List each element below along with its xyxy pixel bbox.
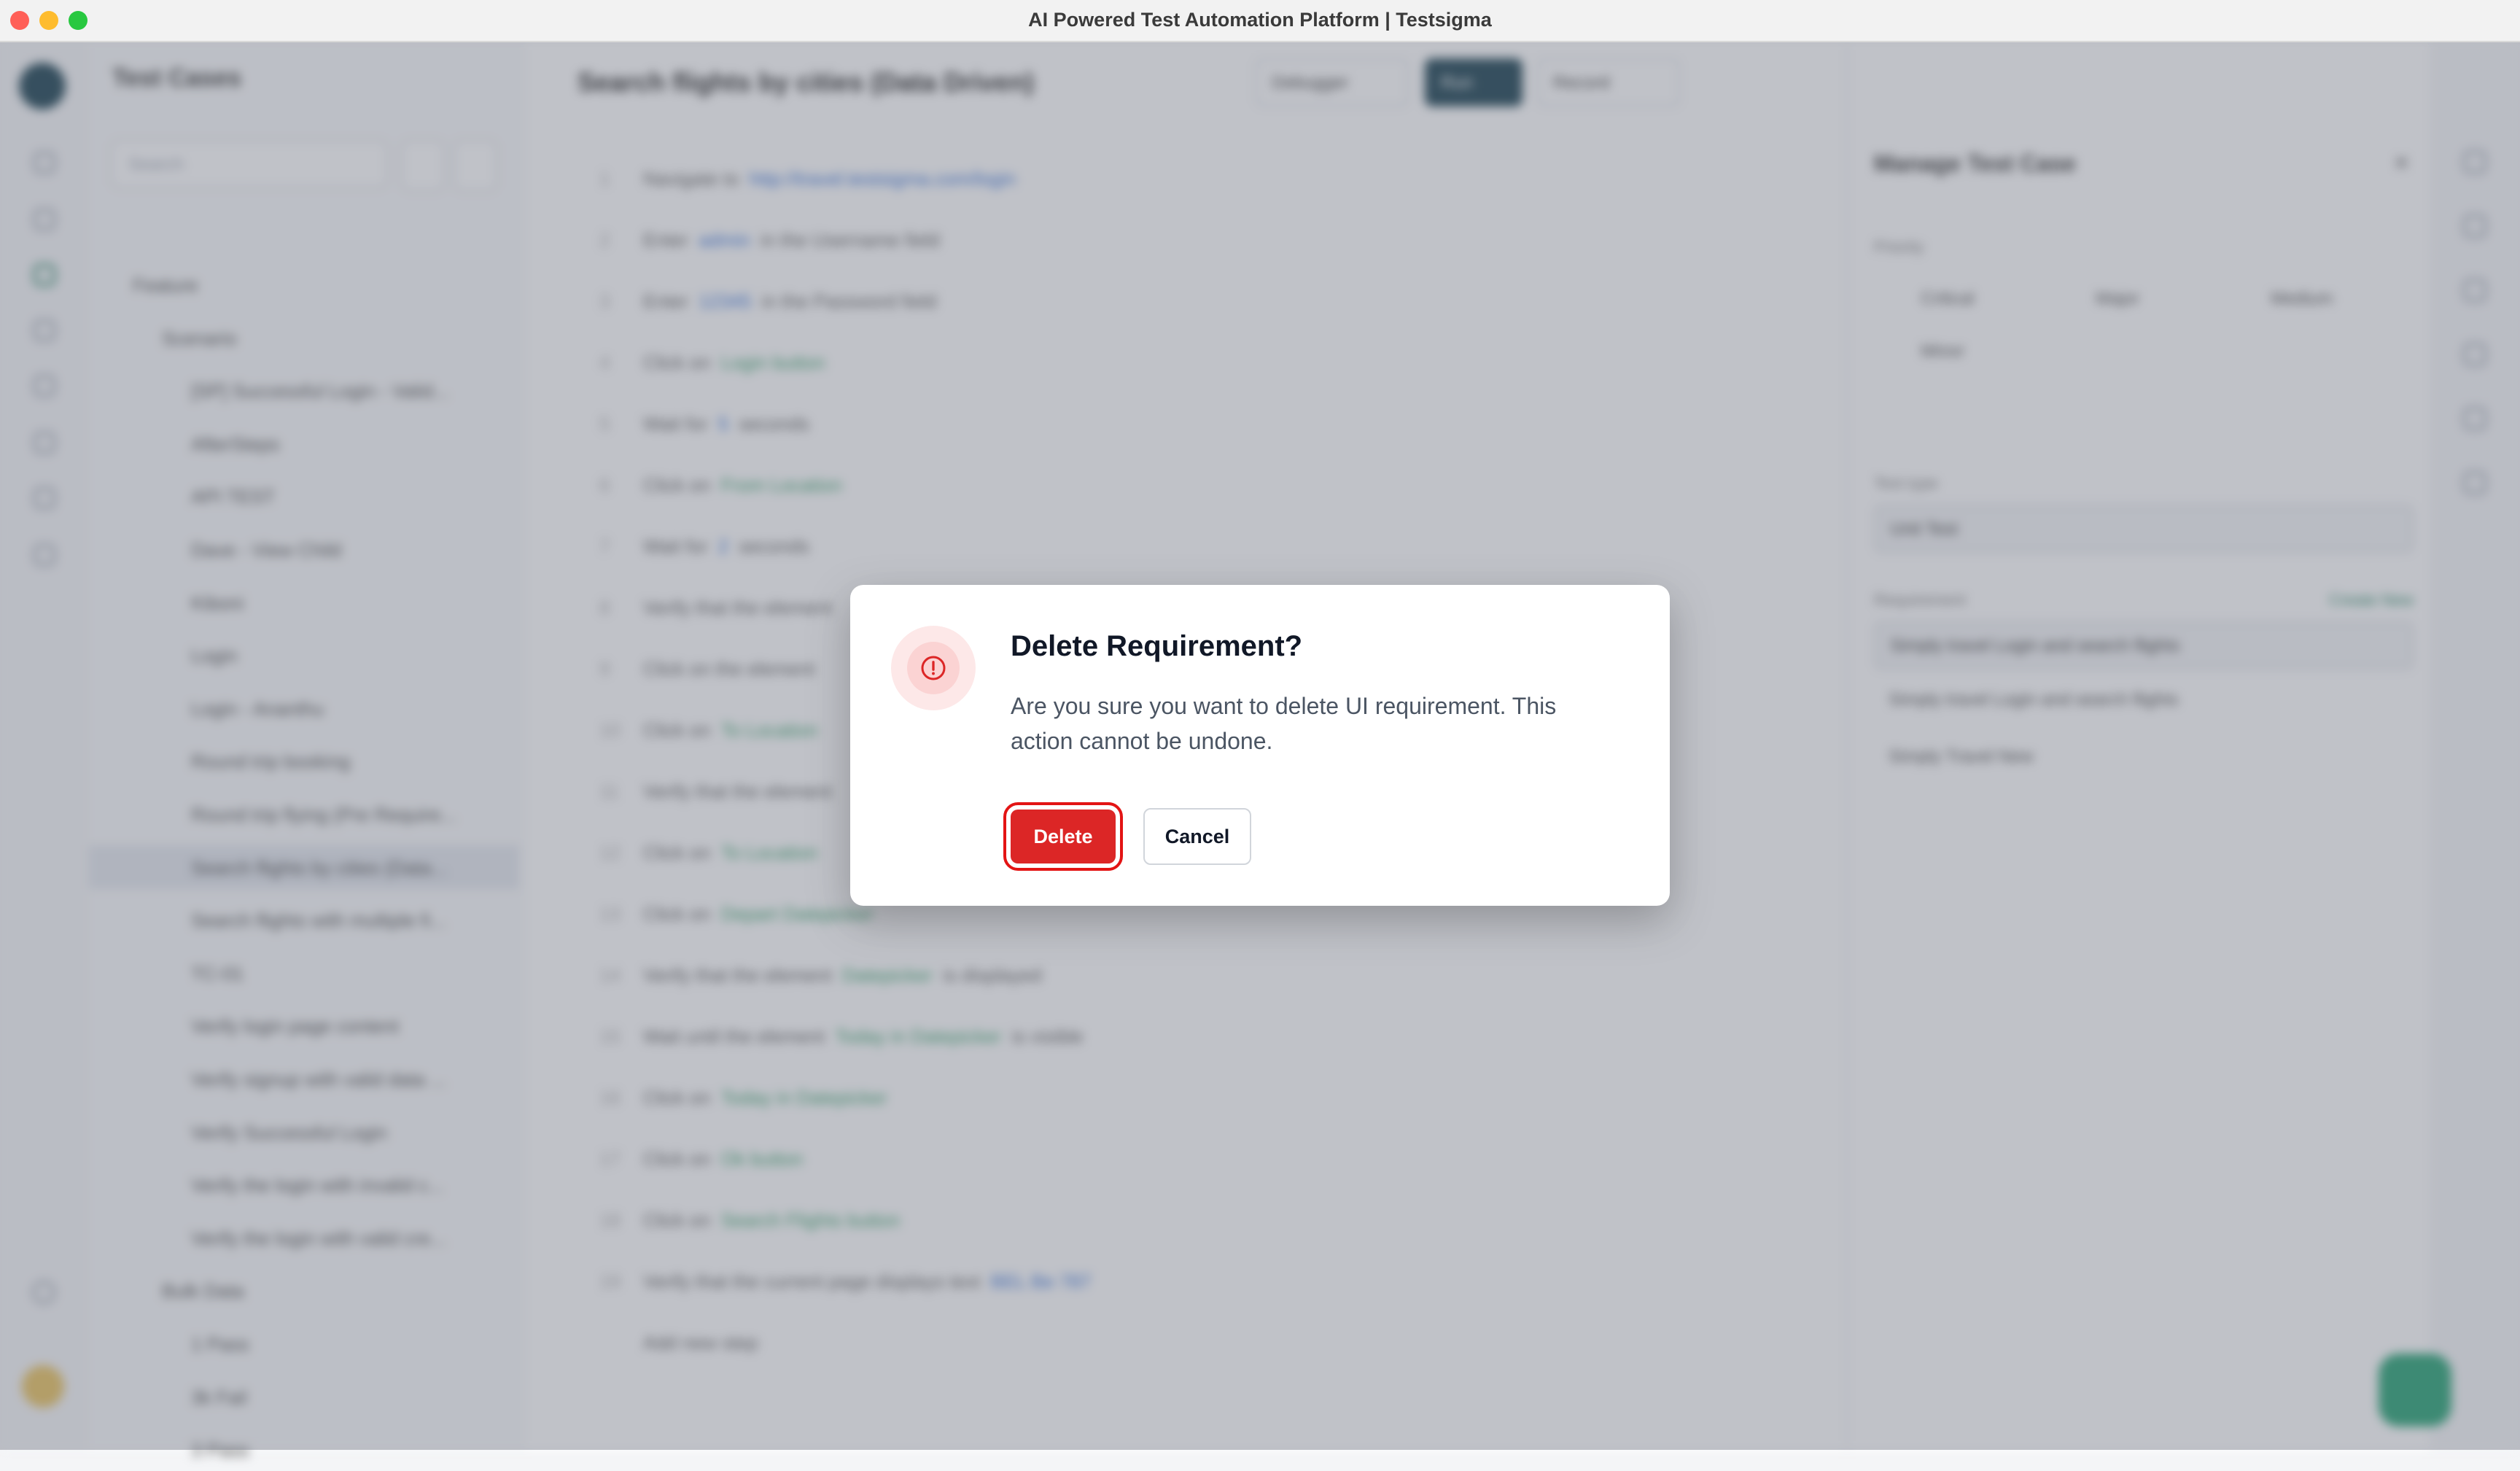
dialog-title: Delete Requirement? bbox=[1011, 630, 1303, 662]
cancel-button[interactable]: Cancel bbox=[1143, 808, 1251, 865]
alert-circle-icon bbox=[921, 656, 946, 680]
dialog-message: Are you sure you want to delete UI requi… bbox=[1011, 693, 1557, 754]
delete-button[interactable]: Delete bbox=[1003, 802, 1123, 871]
delete-requirement-dialog: Delete Requirement? Are you sure you wan… bbox=[850, 585, 1670, 906]
window-title: AI Powered Test Automation Platform | Te… bbox=[1028, 9, 1492, 31]
window-titlebar: AI Powered Test Automation Platform | Te… bbox=[0, 0, 2520, 42]
alert-icon-halo bbox=[891, 626, 976, 710]
